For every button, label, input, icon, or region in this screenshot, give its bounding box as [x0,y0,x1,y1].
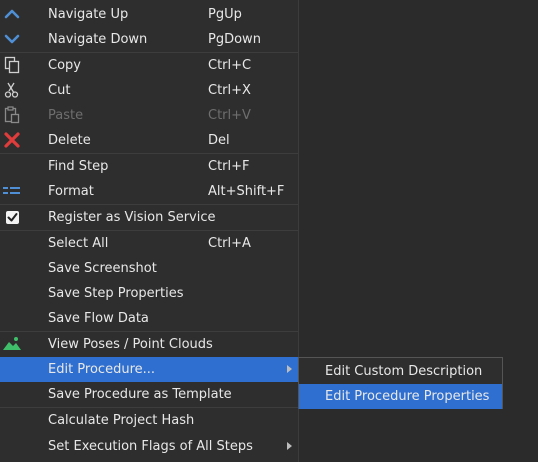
menu-item-navigate-up[interactable]: Navigate Up PgUp [0,2,298,27]
menu-item-shortcut: Ctrl+V [208,108,251,123]
menu-item-view-poses[interactable]: View Poses / Point Clouds [0,332,298,357]
menu-item-calculate-project-hash[interactable]: Calculate Project Hash [0,408,298,433]
menu-item-shortcut: Del [208,133,230,148]
menu-item-delete[interactable]: Delete Del [0,128,298,153]
menu-item-label: Register as Vision Service [48,210,216,225]
chevron-up-icon [2,4,22,24]
context-menu: Navigate Up PgUp Navigate Down PgDown Co… [0,0,299,462]
menu-item-shortcut: Ctrl+X [208,83,251,98]
format-icon [2,181,22,201]
menu-item-paste[interactable]: Paste Ctrl+V [0,103,298,128]
menu-item-save-procedure-template[interactable]: Save Procedure as Template [0,382,298,407]
menu-item-label: Navigate Up [48,7,129,22]
menu-item-label: Delete [48,133,91,148]
menu-item-label: Save Step Properties [48,286,184,301]
menu-item-label: Edit Procedure... [48,362,156,377]
menu-item-label: Save Procedure as Template [48,387,232,402]
menu-item-save-flow-data[interactable]: Save Flow Data [0,306,298,331]
menu-item-shortcut: Ctrl+C [208,58,252,73]
menu-item-label: Find Step [48,159,109,174]
menu-item-shortcut: Ctrl+F [208,159,250,174]
menu-item-copy[interactable]: Copy Ctrl+C [0,53,298,78]
menu-item-label: Paste [48,108,84,123]
menu-item-find-step[interactable]: Find Step Ctrl+F [0,154,298,179]
menu-item-label: Copy [48,58,81,73]
menu-item-shortcut: Ctrl+A [208,236,251,251]
menu-item-edit-procedure[interactable]: Edit Procedure... [0,357,298,382]
edit-procedure-submenu: Edit Custom Description Edit Procedure P… [298,357,503,409]
copy-icon [2,55,22,75]
menu-item-set-execution-flags[interactable]: Set Execution Flags of All Steps [0,434,298,459]
scissors-icon [2,80,22,100]
menu-item-shortcut: PgUp [208,7,242,22]
menu-item-label: View Poses / Point Clouds [48,337,213,352]
menu-item-shortcut: Alt+Shift+F [208,184,285,199]
menu-item-navigate-down[interactable]: Navigate Down PgDown [0,27,298,52]
menu-item-register-vision-service[interactable]: Register as Vision Service [0,205,298,230]
menu-item-save-screenshot[interactable]: Save Screenshot [0,256,298,281]
submenu-item-label: Edit Custom Description [325,364,483,379]
menu-item-label: Save Flow Data [48,311,149,326]
landscape-image-icon [2,334,22,354]
menu-item-cut[interactable]: Cut Ctrl+X [0,78,298,103]
menu-item-label: Save Screenshot [48,261,157,276]
menu-item-save-step-properties[interactable]: Save Step Properties [0,281,298,306]
menu-item-shortcut: PgDown [208,32,261,47]
submenu-item-label: Edit Procedure Properties [325,389,490,404]
paste-icon [2,105,22,125]
menu-item-label: Cut [48,83,71,98]
submenu-item-edit-procedure-properties[interactable]: Edit Procedure Properties [299,384,502,409]
submenu-arrow-icon [287,442,292,450]
menu-item-label: Format [48,184,94,199]
menu-item-label: Select All [48,236,109,251]
menu-item-format[interactable]: Format Alt+Shift+F [0,179,298,204]
delete-x-icon [2,130,22,150]
submenu-arrow-icon [287,365,292,373]
menu-item-label: Calculate Project Hash [48,413,195,428]
submenu-item-edit-custom-description[interactable]: Edit Custom Description [299,359,502,384]
menu-item-select-all[interactable]: Select All Ctrl+A [0,231,298,256]
menu-item-label: Navigate Down [48,32,148,47]
menu-item-label: Set Execution Flags of All Steps [48,439,253,454]
chevron-down-icon [2,29,22,49]
checkbox-checked-icon [2,207,22,227]
